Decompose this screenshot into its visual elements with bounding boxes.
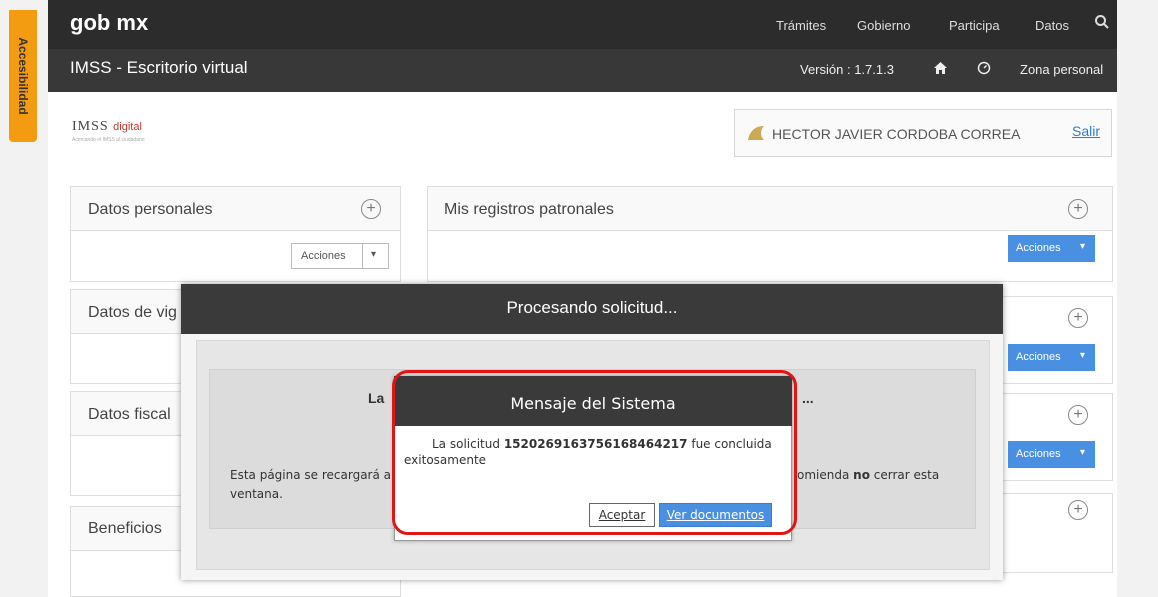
panel-title: Mis registros patronales — [444, 201, 614, 218]
panel-right-4 — [990, 493, 1113, 573]
app-title: IMSS - Escritorio virtual — [70, 58, 248, 77]
caret-down-icon: ▾ — [1080, 241, 1086, 252]
home-icon[interactable] — [933, 61, 948, 80]
acciones-dropdown-button[interactable]: Acciones ▾ — [1008, 344, 1095, 371]
inner-heading-right: ... — [802, 390, 814, 406]
expand-plus-icon[interactable]: + — [1068, 500, 1088, 520]
caret-down-icon: ▾ — [371, 249, 377, 260]
version-label: Versión : 1.7.1.3 — [800, 62, 894, 77]
acciones-dropdown-button[interactable]: Acciones ▾ — [1008, 235, 1095, 262]
logout-link[interactable]: Salir — [1072, 123, 1100, 139]
highlight-annotation — [392, 370, 797, 535]
acciones-dropdown-button[interactable]: Acciones ▾ — [1008, 441, 1095, 468]
panel-title: Beneficios — [88, 520, 162, 537]
panel-title: Datos fiscal — [88, 406, 171, 423]
dashboard-icon[interactable] — [977, 61, 991, 80]
processing-dialog-title: Procesando solicitud... — [506, 298, 678, 317]
zona-personal-link[interactable]: Zona personal — [1020, 62, 1103, 77]
user-name: HECTOR JAVIER CORDOBA CORREA — [772, 126, 1021, 142]
panel-title: Datos personales — [88, 201, 213, 218]
reload-notice-right: omienda no cerrar esta — [797, 468, 940, 482]
reload-notice-left-2: ventana. — [230, 487, 283, 501]
inner-heading-left: La — [368, 390, 385, 406]
nav-tramites[interactable]: Trámites — [776, 18, 826, 33]
search-icon[interactable] — [1094, 14, 1110, 35]
nav-participa[interactable]: Participa — [949, 18, 1000, 33]
caret-down-icon: ▾ — [1080, 350, 1086, 361]
caret-down-icon: ▾ — [1080, 447, 1086, 458]
accessibility-label: Accesibilidad — [16, 37, 30, 115]
expand-plus-icon[interactable]: + — [1068, 405, 1088, 425]
expand-plus-icon[interactable]: + — [361, 199, 381, 219]
accessibility-tab[interactable]: Accesibilidad — [9, 10, 37, 142]
acciones-dropdown-button[interactable]: Acciones ▾ — [291, 243, 389, 269]
panel-title: Datos de vig — [88, 304, 177, 321]
user-emblem-icon — [746, 124, 766, 147]
imss-digital-logo: IMSS digital Acercando el IMSS al ciudad… — [72, 119, 145, 143]
nav-datos[interactable]: Datos — [1035, 18, 1069, 33]
expand-plus-icon[interactable]: + — [1068, 199, 1088, 219]
nav-gobierno[interactable]: Gobierno — [857, 18, 910, 33]
brand-logo[interactable]: gob mx — [70, 10, 148, 36]
expand-plus-icon[interactable]: + — [1068, 308, 1088, 328]
reload-notice-left: Esta página se recargará a — [230, 468, 392, 482]
